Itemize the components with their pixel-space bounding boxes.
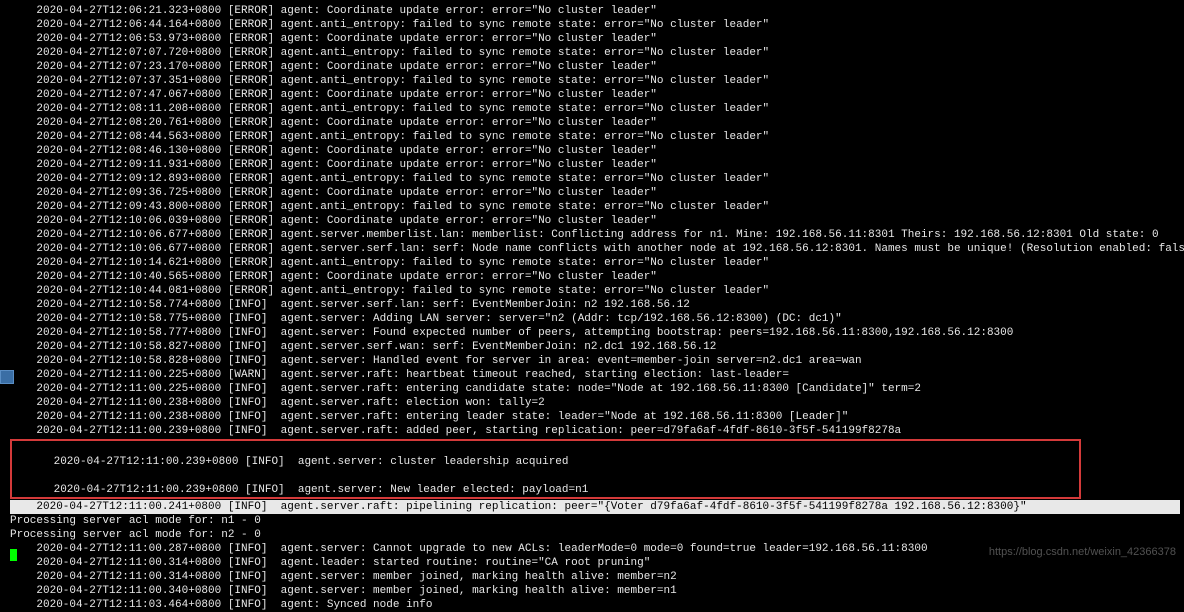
log-line: 2020-04-27T12:06:21.323+0800 [ERROR] age… bbox=[10, 4, 1180, 18]
window-indicator-icon bbox=[0, 370, 14, 384]
log-line: 2020-04-27T12:11:00.239+0800 [INFO] agen… bbox=[10, 424, 1180, 438]
log-line: 2020-04-27T12:10:58.777+0800 [INFO] agen… bbox=[10, 326, 1180, 340]
highlighted-log-region: 2020-04-27T12:11:00.239+0800 [INFO] agen… bbox=[10, 439, 1081, 499]
log-line: 2020-04-27T12:11:00.314+0800 [INFO] agen… bbox=[10, 570, 1180, 584]
log-line: 2020-04-27T12:09:43.800+0800 [ERROR] age… bbox=[10, 200, 1180, 214]
log-line: 2020-04-27T12:09:11.931+0800 [ERROR] age… bbox=[10, 158, 1180, 172]
log-line: Processing server acl mode for: n2 - 0 bbox=[10, 528, 1180, 542]
terminal-log-output[interactable]: 2020-04-27T12:06:21.323+0800 [ERROR] age… bbox=[10, 4, 1180, 438]
log-line: 2020-04-27T12:11:00.238+0800 [INFO] agen… bbox=[10, 396, 1180, 410]
log-line: 2020-04-27T12:11:00.239+0800 [INFO] agen… bbox=[27, 456, 568, 468]
log-line: 2020-04-27T12:11:00.225+0800 [WARN] agen… bbox=[10, 368, 1180, 382]
log-line: 2020-04-27T12:10:40.565+0800 [ERROR] age… bbox=[10, 270, 1180, 284]
processing-lines: Processing server acl mode for: n1 - 0Pr… bbox=[10, 514, 1180, 542]
log-line: 2020-04-27T12:10:44.081+0800 [ERROR] age… bbox=[10, 284, 1180, 298]
watermark-text: https://blog.csdn.net/weixin_42366378 bbox=[989, 545, 1176, 559]
log-line: 2020-04-27T12:11:00.340+0800 [INFO] agen… bbox=[10, 584, 1180, 598]
log-line: 2020-04-27T12:06:53.973+0800 [ERROR] age… bbox=[10, 32, 1180, 46]
log-line: 2020-04-27T12:08:20.761+0800 [ERROR] age… bbox=[10, 116, 1180, 130]
log-line: 2020-04-27T12:07:23.170+0800 [ERROR] age… bbox=[10, 60, 1180, 74]
log-line: 2020-04-27T12:08:44.563+0800 [ERROR] age… bbox=[10, 130, 1180, 144]
log-line: 2020-04-27T12:10:14.621+0800 [ERROR] age… bbox=[10, 256, 1180, 270]
log-line: 2020-04-27T12:08:11.208+0800 [ERROR] age… bbox=[10, 102, 1180, 116]
log-line: 2020-04-27T12:11:00.238+0800 [INFO] agen… bbox=[10, 410, 1180, 424]
log-line: 2020-04-27T12:07:07.720+0800 [ERROR] age… bbox=[10, 46, 1180, 60]
log-line: 2020-04-27T12:10:58.774+0800 [INFO] agen… bbox=[10, 298, 1180, 312]
log-line: 2020-04-27T12:10:06.677+0800 [ERROR] age… bbox=[10, 228, 1180, 242]
log-line: 2020-04-27T12:06:44.164+0800 [ERROR] age… bbox=[10, 18, 1180, 32]
log-line: Processing server acl mode for: n1 - 0 bbox=[10, 514, 1180, 528]
log-line: 2020-04-27T12:10:58.827+0800 [INFO] agen… bbox=[10, 340, 1180, 354]
log-line: 2020-04-27T12:10:58.828+0800 [INFO] agen… bbox=[10, 354, 1180, 368]
selected-log-line[interactable]: 2020-04-27T12:11:00.241+0800 [INFO] agen… bbox=[10, 500, 1180, 514]
log-line: 2020-04-27T12:09:12.893+0800 [ERROR] age… bbox=[10, 172, 1180, 186]
log-line: 2020-04-27T12:07:47.067+0800 [ERROR] age… bbox=[10, 88, 1180, 102]
log-line: 2020-04-27T12:11:03.464+0800 [INFO] agen… bbox=[10, 598, 1180, 612]
log-line: 2020-04-27T12:10:06.677+0800 [ERROR] age… bbox=[10, 242, 1180, 256]
log-line: 2020-04-27T12:09:36.725+0800 [ERROR] age… bbox=[10, 186, 1180, 200]
log-line: 2020-04-27T12:08:46.130+0800 [ERROR] age… bbox=[10, 144, 1180, 158]
log-line: 2020-04-27T12:11:00.239+0800 [INFO] agen… bbox=[27, 484, 1077, 496]
terminal-cursor bbox=[10, 549, 17, 561]
log-line: 2020-04-27T12:11:00.225+0800 [INFO] agen… bbox=[10, 382, 1180, 396]
log-line: 2020-04-27T12:07:37.351+0800 [ERROR] age… bbox=[10, 74, 1180, 88]
log-line: 2020-04-27T12:10:58.775+0800 [INFO] agen… bbox=[10, 312, 1180, 326]
log-line: 2020-04-27T12:10:06.039+0800 [ERROR] age… bbox=[10, 214, 1180, 228]
